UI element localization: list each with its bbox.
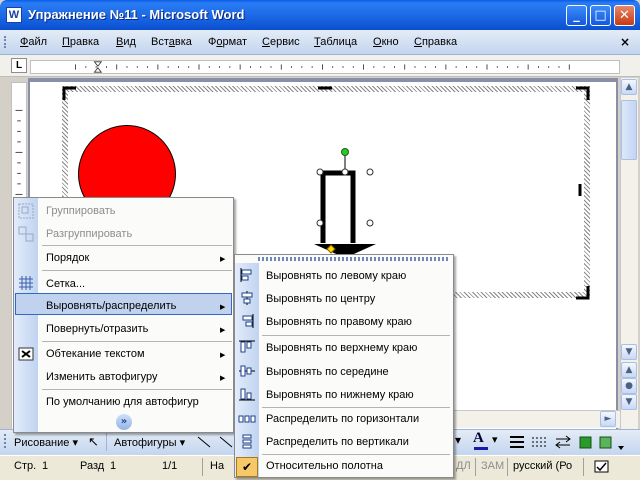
font-color-icon[interactable]: A [473, 430, 484, 447]
close-button[interactable]: ✕ [614, 5, 635, 26]
toolbar-separator [106, 431, 107, 451]
submenu-arrow-icon: ▶ [220, 352, 226, 359]
menu-separator [262, 407, 450, 408]
font-color-swatch [474, 447, 488, 450]
prev-page-icon[interactable]: ▲ [621, 362, 637, 378]
distribute-vertical-icon [242, 434, 252, 449]
align-left-item[interactable]: Выровнять по левому краю [266, 270, 406, 282]
scroll-down-icon[interactable]: ▼ [621, 344, 637, 360]
scroll-right-icon[interactable]: ► [600, 411, 616, 427]
status-separator [475, 458, 476, 476]
text-wrapping-icon [18, 347, 34, 361]
submenu-arrow-icon: ▶ [220, 256, 226, 263]
menu-view[interactable]: Вид [116, 36, 136, 48]
menu-separator [42, 341, 232, 342]
grid-icon [19, 276, 33, 290]
toolbar-grip-icon[interactable] [4, 36, 8, 48]
relative-to-canvas-item[interactable]: Относительно полотна [266, 460, 383, 472]
align-right-icon [242, 314, 254, 328]
menu-item-change-autoshape[interactable]: Изменить автофигуру [46, 371, 158, 383]
autoshapes-button[interactable]: Автофигуры ▾ [114, 436, 185, 449]
submenu-drag-grip[interactable] [258, 257, 450, 261]
menu-separator [42, 245, 232, 246]
menu-table[interactable]: Таблица [314, 36, 357, 48]
menu-insert[interactable]: Вставка [151, 36, 192, 48]
drawing-label: Рисование [14, 437, 70, 449]
menu-separator [262, 454, 450, 455]
ungroup-icon [18, 226, 34, 242]
distribute-vertical-item[interactable]: Распределить по вертикали [266, 436, 409, 448]
align-left-icon [240, 268, 252, 282]
menu-item-autoshape-defaults[interactable]: По умолчанию для автофигур [46, 396, 199, 408]
align-bottom-icon [239, 388, 255, 401]
menu-format[interactable]: Формат [208, 36, 247, 48]
browse-object-icon[interactable]: ● [621, 378, 637, 394]
menu-file[interactable]: Файл [20, 36, 47, 48]
align-top-icon [239, 340, 255, 353]
menu-item-text-wrapping[interactable]: Обтекание текстом [46, 348, 145, 360]
align-middle-item[interactable]: Выровнять по середине [266, 366, 389, 378]
status-page-number: 1 [42, 460, 49, 472]
status-ovr-indicator[interactable]: ЗАМ [481, 460, 504, 472]
menu-window[interactable]: Окно [373, 36, 399, 48]
drawing-toolbar-grip-icon[interactable] [4, 434, 8, 448]
menu-separator [42, 389, 232, 390]
autoshapes-label: Автофигуры [114, 437, 177, 449]
maximize-button[interactable]: □ [590, 5, 611, 26]
menu-tools[interactable]: Сервис [262, 36, 300, 48]
status-separator [583, 458, 584, 476]
arrow-shape[interactable] [310, 148, 380, 258]
align-center-icon [241, 291, 253, 305]
menu-edit[interactable]: Правка [62, 36, 99, 48]
menu-item-group[interactable]: Группировать [46, 205, 116, 217]
align-top-item[interactable]: Выровнять по верхнему краю [266, 342, 417, 354]
align-center-item[interactable]: Выровнять по центру [266, 293, 375, 305]
distribute-horizontal-item[interactable]: Распределить по горизонтали [266, 413, 419, 425]
menu-help[interactable]: Справка [414, 36, 457, 48]
status-page-label: Стр. [14, 460, 37, 472]
menu-item-grid[interactable]: Сетка... [46, 278, 85, 290]
menu-item-ungroup[interactable]: Разгруппировать [46, 228, 132, 240]
scrollbar-thumb[interactable] [621, 100, 637, 160]
drawing-button[interactable]: Рисование ▾ [14, 436, 78, 449]
submenu-arrow-icon: ▶ [220, 327, 226, 334]
align-middle-icon [239, 365, 255, 377]
next-page-icon[interactable]: ▼ [621, 394, 637, 410]
align-bottom-item[interactable]: Выровнять по нижнему краю [266, 389, 414, 401]
status-ext-indicator[interactable]: ДЛ [456, 460, 471, 472]
window-title: Упражнение №11 - Microsoft Word [28, 7, 245, 22]
menu-separator [262, 335, 450, 336]
status-section-number: 1 [110, 460, 117, 472]
line-tool-icon[interactable] [196, 433, 236, 451]
checkmark-icon: ✔ [236, 457, 258, 477]
menu-separator [42, 270, 232, 271]
status-pages: 1/1 [162, 460, 178, 472]
menu-item-rotate-flip[interactable]: Повернуть/отразить [46, 323, 148, 335]
select-pointer-icon[interactable]: ↖ [88, 434, 99, 450]
align-right-item[interactable]: Выровнять по правому краю [266, 316, 412, 328]
distribute-horizontal-icon [238, 415, 256, 423]
spelling-status-icon[interactable] [592, 458, 612, 476]
submenu-arrow-icon: ▶ [220, 304, 226, 311]
menu-item-align-distribute[interactable]: Выровнять/распределить [46, 300, 176, 312]
expand-menu-icon[interactable]: » [116, 414, 132, 430]
line-style-icons[interactable] [508, 432, 638, 452]
document-close-icon[interactable]: × [618, 35, 632, 49]
status-position-label: На [210, 460, 225, 472]
scroll-up-icon[interactable]: ▲ [621, 79, 637, 95]
submenu-arrow-icon: ▶ [220, 375, 226, 382]
font-color-dropdown-icon[interactable]: ▾ [492, 433, 498, 446]
status-language[interactable]: русский (Ро [513, 460, 572, 472]
group-icon [18, 203, 34, 219]
status-section-label: Разд [80, 460, 105, 472]
word-app-icon[interactable]: W [6, 7, 22, 23]
tab-stop-selector[interactable]: L [11, 58, 27, 73]
line-color-icon[interactable]: ▾ [455, 433, 461, 447]
menu-item-order[interactable]: Порядок [46, 252, 89, 264]
horizontal-ruler[interactable] [30, 60, 620, 74]
minimize-button[interactable]: _ [566, 5, 587, 26]
status-separator [507, 458, 508, 476]
status-separator [202, 458, 203, 476]
